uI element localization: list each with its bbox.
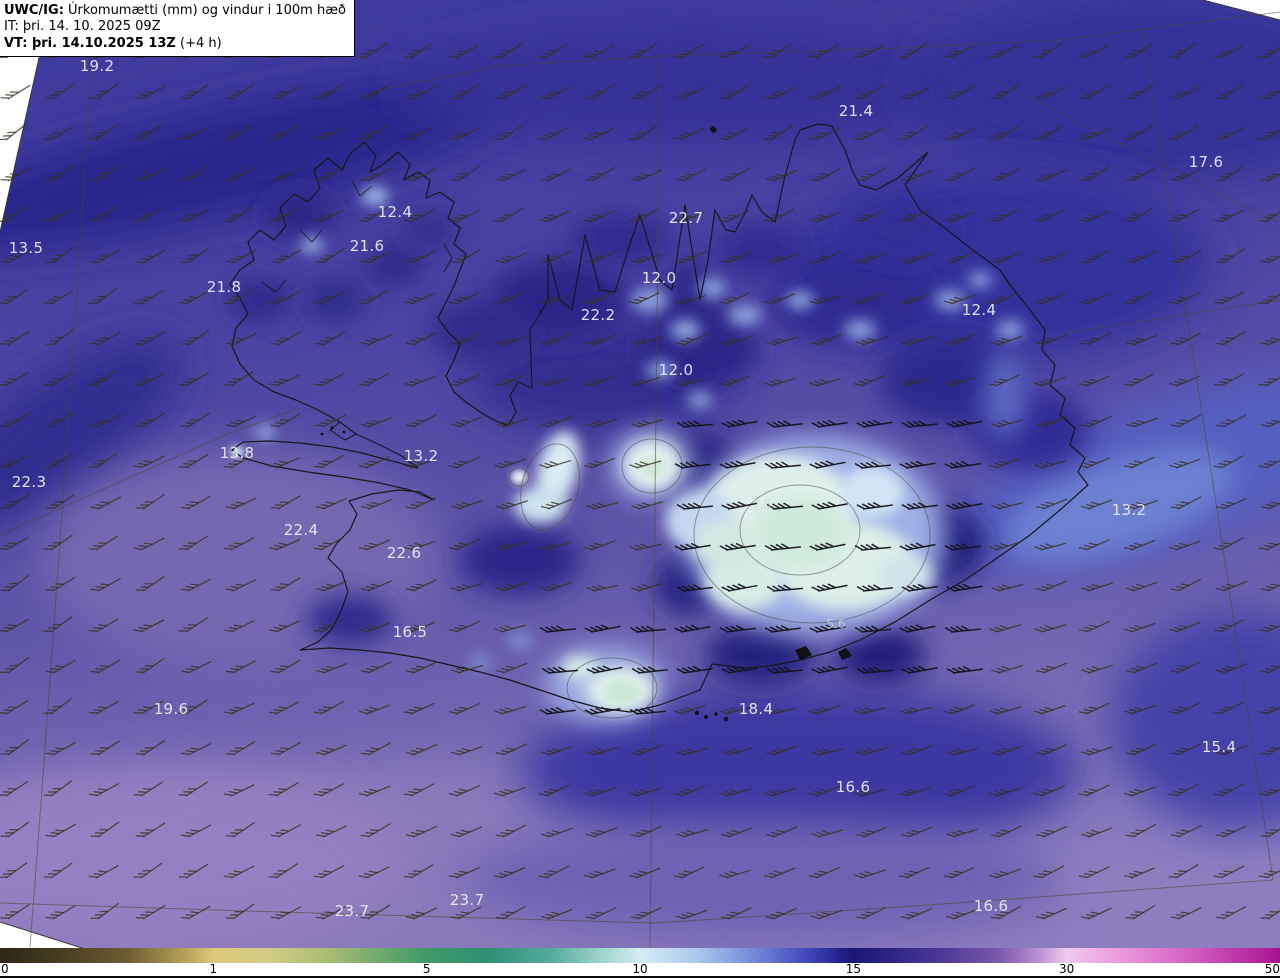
- colorbar-tick: 15: [845, 962, 861, 976]
- title-box: UWC/IG: Úrkomumætti (mm) og vindur i 100…: [0, 0, 355, 57]
- colorbar-tick: 1: [209, 962, 218, 976]
- title-line-product: UWC/IG: Úrkomumætti (mm) og vindur i 100…: [4, 3, 346, 19]
- title-line-valid: VT: þri. 14.10.2025 13Z (+4 h): [4, 36, 346, 52]
- product-title: Úrkomumætti (mm) og vindur i 100m hæð: [63, 3, 346, 18]
- title-line-init: IT: þri. 14. 10. 2025 09Z: [4, 19, 161, 35]
- product-code: UWC/IG:: [4, 3, 64, 18]
- colorbar-tick: 50: [1264, 962, 1280, 976]
- map-canvas: [0, 0, 1280, 948]
- valid-offset: (+4 h): [175, 35, 222, 51]
- contour-value-label: 5.6: [826, 617, 846, 631]
- contour-value-label: 7.5: [752, 498, 772, 512]
- colorbar-tick: 0: [1, 962, 9, 976]
- weather-map-viewport: 19.2 21.4 17.6 12.4 22.7 13.5 21.6 12.0 21.8 12.4…: [0, 0, 1280, 978]
- precipitation-field: [0, 0, 1280, 948]
- valid-time: VT: þri. 14.10.2025 13Z: [4, 35, 176, 51]
- colorbar-tick: 10: [632, 962, 648, 976]
- colorbar-tick: 30: [1059, 962, 1075, 976]
- colorbar: 0 1 5 10 15 30 50: [0, 948, 1280, 978]
- colorbar-tick-labels: 0 1 5 10 15 30 50: [0, 962, 1280, 976]
- colorbar-tick: 5: [422, 962, 431, 976]
